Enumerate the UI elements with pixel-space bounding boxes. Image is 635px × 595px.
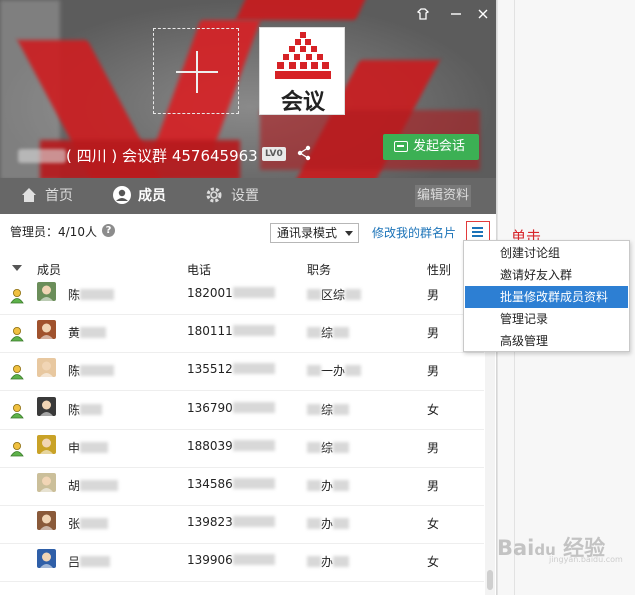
admin-user-icon [10, 403, 24, 419]
table-row[interactable]: 陈 136790 综 女 [0, 392, 484, 430]
avatar[interactable] [37, 320, 56, 340]
member-gender: 女 [427, 517, 440, 532]
avatar[interactable] [37, 511, 56, 531]
member-name: 申 [68, 439, 109, 456]
tab-home[interactable]: 首页 [20, 178, 73, 214]
member-phone: 139823 [187, 515, 275, 529]
avatar[interactable] [37, 396, 56, 416]
start-chat-button[interactable]: 发起会话 [383, 134, 479, 160]
table-row[interactable]: 吕 139906 办 女 [0, 544, 484, 583]
edit-profile-button[interactable]: 编辑资料 [415, 185, 472, 207]
member-phone: 136790 [187, 401, 275, 415]
member-title: 办 [307, 477, 350, 494]
more-menu-dropdown: 创建讨论组 邀请好友入群 批量修改群成员资料 管理记录 高级管理 [463, 240, 630, 352]
menu-item-invite-friends[interactable]: 邀请好友入群 [465, 264, 628, 286]
menu-item-manage-log[interactable]: 管理记录 [465, 308, 628, 330]
member-gender: 男 [427, 326, 440, 341]
level-badge: LV0 [262, 147, 286, 161]
member-title: 综 [307, 401, 350, 418]
add-photo-button[interactable] [153, 28, 239, 114]
avatar[interactable] [37, 282, 56, 301]
blurred-region [18, 149, 66, 163]
group-name: 会议群 [122, 147, 168, 165]
member-phone: 134586 [187, 477, 275, 491]
table-row[interactable]: 申 188039 综 男 [0, 430, 484, 468]
member-name: 陈 [68, 286, 115, 303]
sort-caret-icon[interactable] [12, 265, 22, 271]
skin-icon[interactable] [414, 5, 432, 23]
member-phone: 182001 [187, 286, 275, 300]
chevron-down-icon [345, 231, 353, 236]
member-phone: 139906 [187, 553, 275, 567]
table-row[interactable]: 陈 182001 区综 男 [0, 277, 484, 315]
member-title: 综 [307, 439, 350, 456]
menu-item-advanced[interactable]: 高级管理 [465, 330, 628, 352]
column-header-phone: 电话 [187, 263, 212, 277]
member-phone: 188039 [187, 439, 275, 453]
group-header: 会议 ( 四川 ) 会议群 457645963 LV0 发起会话 [0, 0, 496, 178]
menu-item-batch-edit[interactable]: 批量修改群成员资料 [465, 286, 628, 308]
member-name: 陈 [68, 362, 115, 379]
group-window: 会议 ( 四川 ) 会议群 457645963 LV0 发起会话 首页 成员 设… [0, 0, 497, 595]
member-gender: 男 [427, 440, 440, 455]
member-gender: 男 [427, 364, 440, 379]
conference-logo-icon [275, 32, 331, 79]
logo-text: 会议 [280, 90, 325, 115]
member-phone: 135512 [187, 362, 275, 376]
chat-bubble-icon [394, 141, 408, 152]
view-mode-select[interactable]: 通讯录模式 [270, 223, 359, 243]
scrollbar-thumb[interactable] [487, 570, 493, 590]
member-gender: 男 [427, 288, 440, 302]
avatar[interactable] [37, 473, 56, 492]
column-header-member: 成员 [37, 263, 62, 277]
edit-my-card-link[interactable]: 修改我的群名片 [372, 224, 456, 241]
admin-user-icon [10, 288, 24, 304]
home-icon [22, 188, 36, 202]
gear-icon [206, 187, 222, 203]
table-row[interactable]: 胡 134586 办 男 [0, 468, 484, 506]
member-icon [113, 186, 131, 204]
member-phone: 180111 [187, 324, 275, 338]
tab-members[interactable]: 成员 [112, 178, 166, 214]
member-name: 胡 [68, 477, 119, 494]
member-gender: 女 [427, 402, 440, 417]
admin-user-icon [10, 441, 24, 457]
member-name: 张 [68, 515, 109, 532]
avatar[interactable] [37, 358, 56, 378]
admin-count: 管理员：4/10人 [10, 225, 97, 239]
table-row[interactable]: 陈 135512 一办 男 [0, 353, 484, 392]
member-gender: 女 [427, 555, 440, 570]
member-name: 黄 [68, 324, 107, 341]
member-title: 一办 [307, 362, 362, 379]
member-title: 综 [307, 324, 350, 341]
group-avatar[interactable]: 会议 [259, 27, 345, 115]
member-toolbar: 管理员：4/10人 ? 通讯录模式 修改我的群名片 [0, 214, 496, 250]
menu-item-create-discussion[interactable]: 创建讨论组 [465, 242, 628, 264]
tab-settings[interactable]: 设置 [204, 178, 259, 214]
table-row[interactable]: 张 139823 办 女 [0, 506, 484, 545]
group-title: ( 四川 ) 会议群 457645963 [18, 145, 258, 166]
close-icon[interactable] [474, 5, 492, 23]
admin-user-icon [10, 364, 24, 380]
member-gender: 男 [427, 479, 440, 493]
member-title: 办 [307, 553, 350, 570]
member-name: 吕 [68, 553, 111, 570]
table-row[interactable]: 黄 180111 综 男 [0, 315, 484, 354]
admin-user-icon [10, 326, 24, 342]
baidu-watermark: Baidu 经验 jingyan.baidu.com [497, 536, 623, 564]
minimize-icon[interactable] [447, 5, 465, 23]
column-header-gender: 性别 [427, 263, 452, 277]
help-icon[interactable]: ? [102, 224, 115, 237]
member-title: 办 [307, 515, 350, 532]
member-name: 陈 [68, 401, 103, 418]
share-icon[interactable] [296, 145, 312, 161]
group-number: 457645963 [171, 147, 258, 165]
member-title: 区综 [307, 286, 362, 303]
column-header-title: 职务 [307, 263, 332, 277]
avatar[interactable] [37, 434, 56, 454]
avatar[interactable] [37, 549, 56, 569]
